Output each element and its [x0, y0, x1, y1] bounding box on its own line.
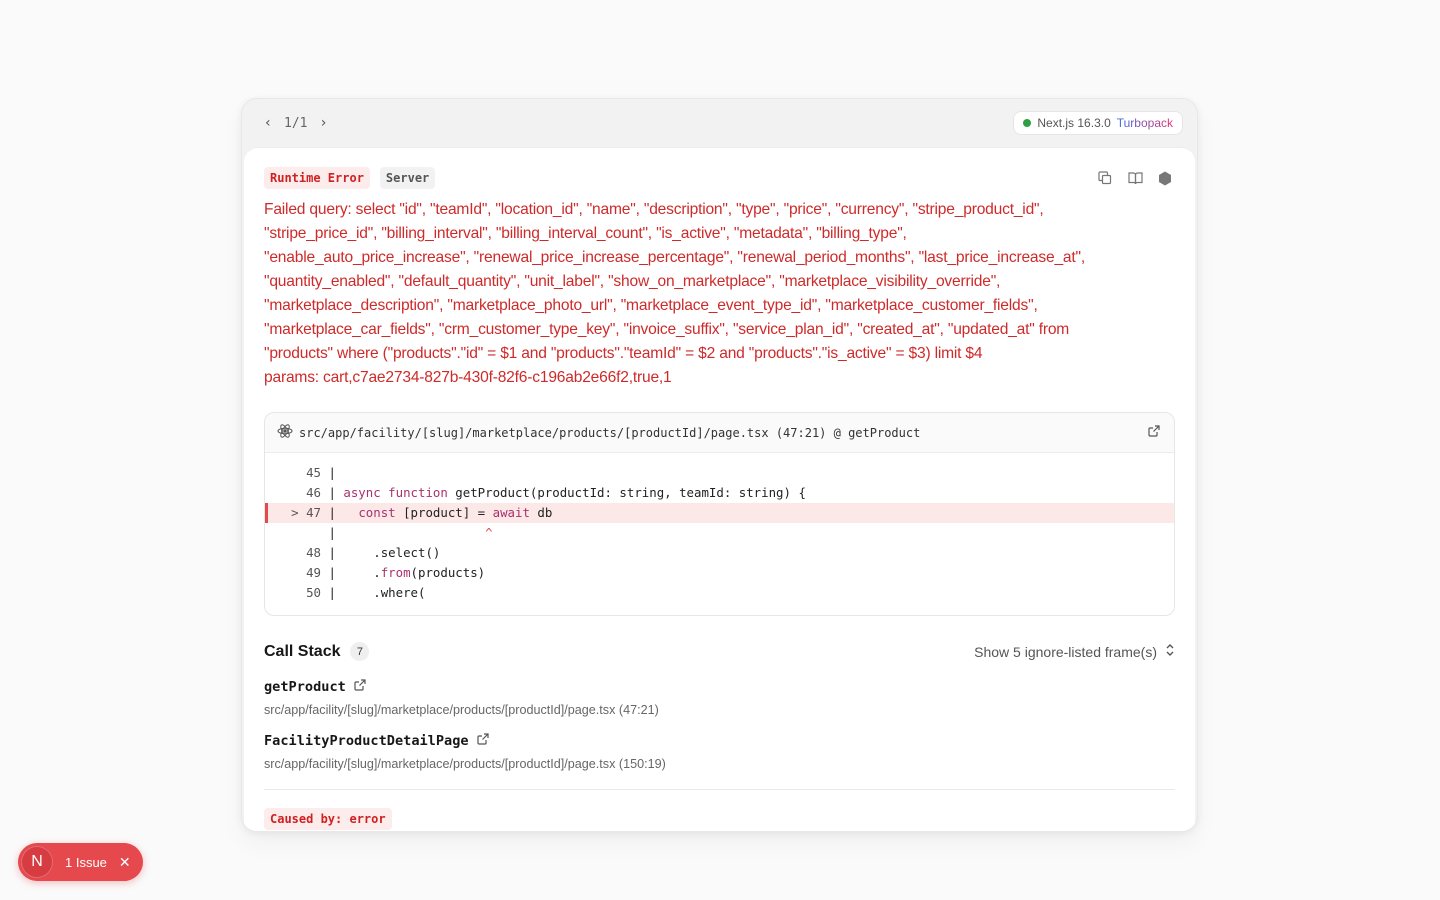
code-keyword: async function — [343, 485, 448, 500]
code-text: db — [529, 505, 553, 520]
call-stack-frame: FacilityProductDetailPage src/app/facili… — [264, 733, 1175, 771]
code-line: 50 | .where( — [265, 583, 1174, 603]
error-caret: ^ — [485, 525, 493, 540]
error-message: Failed query: select "id", "teamId", "lo… — [264, 198, 1175, 390]
environment-badge: Server — [379, 167, 436, 189]
overlay-topbar: ‹ 1/1 › Next.js 16.3.0 Turbopack — [242, 99, 1197, 147]
line-number: 50 — [306, 585, 321, 600]
code-line: 48 | .select() — [265, 543, 1174, 563]
show-ignored-frames-button[interactable]: Show 5 ignore-listed frame(s) — [974, 643, 1175, 660]
code-line: 49 | .from(products) — [265, 563, 1174, 583]
error-tools — [1097, 170, 1175, 186]
error-params-line: params: cart,c7ae2734-827b-430f-82f6-c19… — [264, 369, 672, 386]
highlighted-code-line: > 47 | const [product] = await db — [265, 503, 1174, 523]
code-lines: 45 | 46 | async function getProduct(prod… — [265, 453, 1174, 615]
open-in-editor-icon[interactable] — [1148, 424, 1160, 442]
section-divider — [264, 789, 1175, 790]
version-badge[interactable]: Next.js 16.3.0 Turbopack — [1013, 111, 1183, 135]
call-stack-title: Call Stack — [264, 642, 341, 660]
show-ignored-frames-label: Show 5 ignore-listed frame(s) — [974, 643, 1157, 660]
call-stack-frame: getProduct src/app/facility/[slug]/marke… — [264, 679, 1175, 717]
code-keyword: const — [358, 505, 396, 520]
code-keyword: await — [492, 505, 530, 520]
error-message-line: "stripe_price_id", "billing_interval", "… — [264, 225, 907, 242]
error-type-badge: Runtime Error — [264, 167, 370, 189]
error-overlay: ‹ 1/1 › Next.js 16.3.0 Turbopack Runtime… — [241, 98, 1198, 832]
error-pager: ‹ 1/1 › — [260, 115, 331, 131]
prev-error-button[interactable]: ‹ — [260, 115, 276, 131]
error-message-line: "marketplace_car_fields", "crm_customer_… — [264, 321, 1070, 338]
nodejs-icon[interactable] — [1157, 170, 1173, 186]
error-card: Runtime Error Server Failed query: selec… — [244, 147, 1195, 831]
error-message-line: "products" where ("products"."id" = $1 a… — [264, 345, 983, 362]
code-line: | ^ — [321, 525, 493, 540]
docs-book-icon[interactable] — [1127, 170, 1143, 186]
caused-by-badge: Caused by: error — [264, 808, 392, 830]
code-text: .select() — [343, 545, 441, 560]
error-header: Runtime Error Server — [264, 166, 1175, 190]
call-stack-header: Call Stack 7 Show 5 ignore-listed frame(… — [264, 642, 1175, 661]
status-dot-icon — [1023, 119, 1032, 127]
error-message-line: "enable_auto_price_increase", "renewal_p… — [264, 249, 1086, 266]
code-frame: src/app/facility/[slug]/marketplace/prod… — [264, 412, 1175, 616]
code-frame-path: src/app/facility/[slug]/marketplace/prod… — [299, 425, 921, 440]
issues-count-label[interactable]: 1 Issue — [65, 855, 107, 870]
line-number: 48 — [306, 545, 321, 560]
line-number: 49 — [306, 565, 321, 580]
frame-function-name: FacilityProductDetailPage — [264, 733, 469, 749]
open-in-editor-icon[interactable] — [354, 679, 366, 695]
chevron-up-down-icon — [1165, 643, 1175, 660]
line-number: 45 — [306, 465, 321, 480]
nextjs-version: Next.js 16.3.0 — [1037, 116, 1111, 130]
error-message-line: "marketplace_description", "marketplace_… — [264, 297, 1038, 314]
error-message-line: "quantity_enabled", "default_quantity", … — [264, 273, 1001, 290]
copy-icon[interactable] — [1097, 170, 1113, 186]
nextjs-logo-icon[interactable]: N — [21, 846, 53, 878]
line-number: 46 — [306, 485, 321, 500]
next-error-button[interactable]: › — [315, 115, 331, 131]
bundler-name: Turbopack — [1116, 116, 1173, 130]
code-frame-header: src/app/facility/[slug]/marketplace/prod… — [265, 413, 1174, 453]
frame-function-name: getProduct — [264, 679, 346, 695]
code-line: 46 | async function getProduct(productId… — [265, 483, 1174, 503]
call-stack-count: 7 — [350, 642, 370, 661]
code-text: [product] = — [395, 505, 493, 520]
open-in-editor-icon[interactable] — [477, 733, 489, 749]
line-number-value: 47 — [306, 505, 321, 520]
react-icon — [277, 423, 293, 442]
issues-badge[interactable]: N 1 Issue ✕ — [18, 843, 143, 881]
line-number: > 47 — [277, 503, 321, 523]
error-message-line: Failed query: select "id", "teamId", "lo… — [264, 201, 1044, 218]
frame-location: src/app/facility/[slug]/marketplace/prod… — [264, 757, 666, 771]
code-text: .where( — [343, 585, 426, 600]
line-marker: > — [291, 505, 299, 520]
code-text: getProduct(productId: string, teamId: st… — [447, 485, 806, 500]
close-icon[interactable]: ✕ — [119, 854, 131, 871]
error-position: 1/1 — [284, 115, 308, 131]
code-text: .from(products) — [343, 565, 486, 580]
frame-location: src/app/facility/[slug]/marketplace/prod… — [264, 703, 659, 717]
code-line: 45 | — [265, 463, 1174, 483]
